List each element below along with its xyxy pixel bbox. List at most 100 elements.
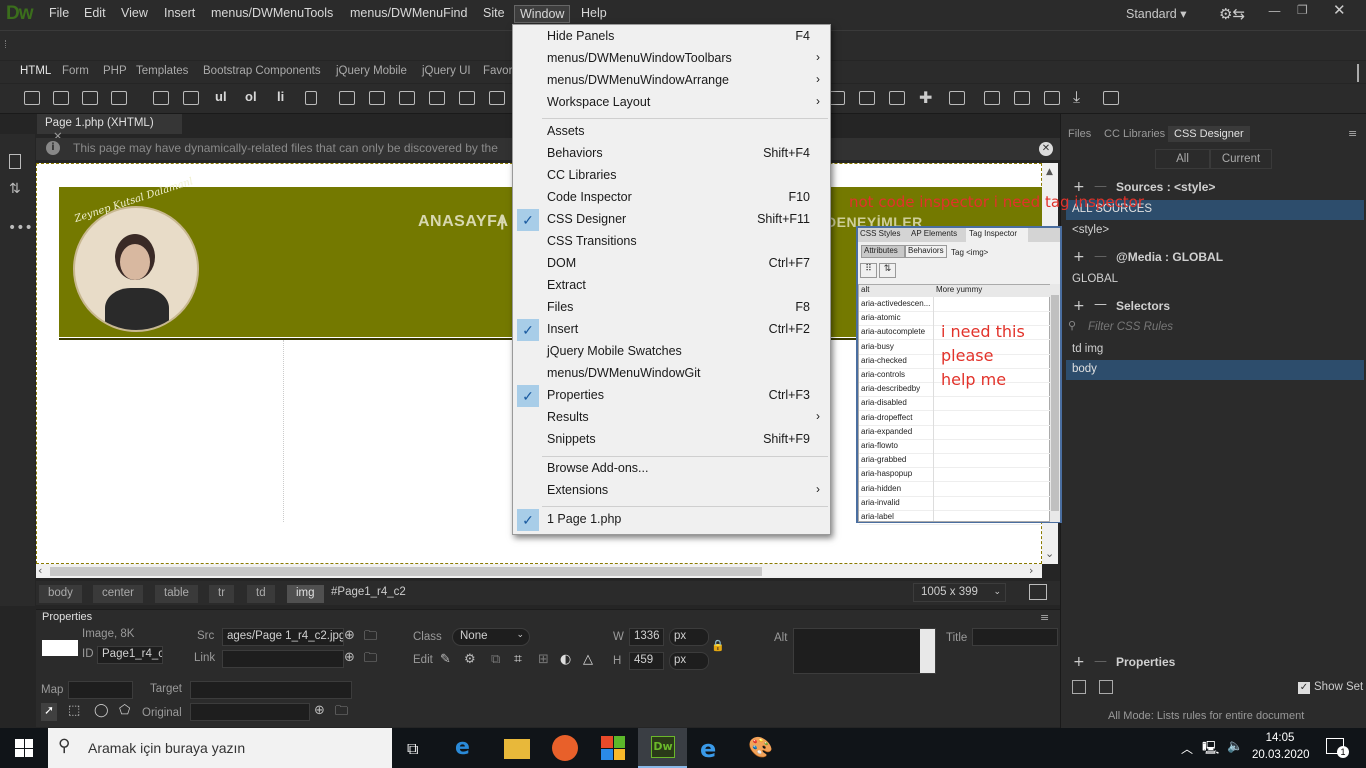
add-selector-icon[interactable]: + bbox=[1073, 298, 1085, 314]
scroll-up-icon[interactable]: ▲ bbox=[1046, 167, 1053, 177]
table-icon[interactable] bbox=[153, 91, 169, 105]
alt-field[interactable] bbox=[793, 628, 936, 674]
anchor-icon[interactable] bbox=[305, 91, 317, 105]
brightness-icon[interactable]: ◐ bbox=[560, 652, 571, 667]
original-folder-icon[interactable]: 🗀 bbox=[335, 702, 348, 724]
menu-help[interactable]: Help bbox=[581, 6, 607, 20]
polygon-hotspot-icon[interactable]: ⬠ bbox=[119, 703, 130, 718]
file-management-icon[interactable]: ⇅ bbox=[9, 181, 21, 197]
tag-td[interactable]: td bbox=[247, 585, 275, 603]
tray-time[interactable]: 14:05 bbox=[1252, 732, 1308, 744]
iframe-icon[interactable] bbox=[984, 91, 1000, 105]
firefox-icon[interactable] bbox=[552, 735, 578, 761]
original-point-icon[interactable]: ⊕ bbox=[314, 703, 325, 718]
menu-tools[interactable]: menus/DWMenuTools bbox=[211, 6, 333, 20]
window-menu-item[interactable]: Results › bbox=[513, 407, 830, 429]
src-field[interactable]: ages/Page 1_r4_c2.jpg bbox=[222, 628, 344, 646]
window-menu-item[interactable]: Snippets Shift+F9 bbox=[513, 429, 830, 451]
insert-tab-bootstrap[interactable]: Bootstrap Components bbox=[203, 65, 321, 77]
canvas-icon[interactable] bbox=[889, 91, 905, 105]
volume-icon[interactable]: 🔈 bbox=[1227, 739, 1243, 754]
subtab-behaviors[interactable]: Behaviors bbox=[905, 245, 947, 258]
attribute-row[interactable]: aria-activedescen... bbox=[859, 298, 1050, 312]
menu-find[interactable]: menus/DWMenuFind bbox=[350, 6, 467, 20]
section-icon[interactable] bbox=[489, 91, 505, 105]
insert-tab-templates[interactable]: Templates bbox=[136, 65, 188, 77]
figure-icon[interactable] bbox=[183, 91, 199, 105]
tag-img[interactable]: img bbox=[287, 585, 324, 603]
window-menu-item[interactable]: ✓ CSS Designer Shift+F11 bbox=[513, 209, 830, 231]
attribute-row[interactable]: aria-dropeffect bbox=[859, 412, 1050, 426]
remove-media-icon[interactable]: — bbox=[1094, 249, 1107, 264]
panel-tab-css-designer[interactable]: CSS Designer bbox=[1168, 126, 1250, 142]
menu-view[interactable]: View bbox=[121, 6, 148, 20]
attribute-row[interactable]: aria-invalid bbox=[859, 497, 1050, 511]
horizontal-scroll-thumb[interactable] bbox=[50, 567, 762, 576]
height-unit-select[interactable]: px bbox=[669, 652, 709, 670]
windows-start-icon[interactable] bbox=[15, 739, 33, 757]
div-icon[interactable] bbox=[24, 91, 40, 105]
attribute-row[interactable]: aria-flowto bbox=[859, 440, 1050, 454]
pointer-hotspot-icon[interactable]: ➚ bbox=[41, 703, 57, 721]
image-icon[interactable] bbox=[53, 91, 69, 105]
window-menu-item[interactable]: Extract bbox=[513, 275, 830, 297]
info-close-icon[interactable]: ✕ bbox=[1039, 142, 1053, 156]
add-media-icon[interactable]: + bbox=[1073, 249, 1085, 265]
circle-hotspot-icon[interactable]: ◯ bbox=[94, 703, 109, 718]
crop-icon[interactable]: ⌗ bbox=[514, 651, 522, 667]
edit-settings-icon[interactable]: ⚙ bbox=[464, 652, 476, 667]
selector-td-img[interactable]: td img bbox=[1072, 343, 1103, 355]
id-field[interactable]: Page1_r4_c bbox=[97, 646, 163, 664]
show-set-checkbox[interactable]: ✓ bbox=[1298, 682, 1310, 694]
menu-site[interactable]: Site bbox=[483, 6, 505, 20]
remove-source-icon[interactable]: — bbox=[1094, 179, 1107, 194]
browse-folder-icon[interactable]: 🗀 bbox=[364, 627, 377, 649]
window-menu-item[interactable]: ✓ Insert Ctrl+F2 bbox=[513, 319, 830, 341]
li-button[interactable]: li bbox=[277, 89, 284, 104]
insert-tab-form[interactable]: Form bbox=[62, 65, 89, 77]
insert-tab-jquery-mobile[interactable]: jQuery Mobile bbox=[336, 65, 407, 77]
tag-tr[interactable]: tr bbox=[209, 585, 235, 603]
rollover-icon[interactable] bbox=[949, 91, 965, 105]
tab-tag-inspector[interactable]: Tag Inspector bbox=[966, 228, 1028, 242]
menu-file[interactable]: File bbox=[49, 6, 69, 20]
target-select[interactable] bbox=[190, 681, 352, 699]
source-style[interactable]: <style> bbox=[1072, 224, 1109, 236]
sharpen-icon[interactable]: △ bbox=[583, 652, 593, 667]
attribute-row[interactable]: aria-disabled bbox=[859, 397, 1050, 412]
width-field[interactable]: 1336 bbox=[629, 628, 664, 646]
open-documents-icon[interactable] bbox=[9, 154, 21, 169]
tag-body[interactable]: body bbox=[39, 585, 82, 603]
settings-icon[interactable]: ⚙⇆ bbox=[1219, 5, 1245, 23]
window-menu-item[interactable]: Hide Panels F4 bbox=[513, 26, 830, 48]
attribute-row[interactable]: aria-grabbed bbox=[859, 454, 1050, 469]
aside-icon[interactable] bbox=[429, 91, 445, 105]
attribute-row[interactable]: aria-haspopup bbox=[859, 468, 1050, 483]
download-icon[interactable]: ⤓ bbox=[1073, 87, 1080, 107]
remove-property-icon[interactable]: — bbox=[1094, 654, 1107, 669]
mode-current-button[interactable]: Current bbox=[1210, 149, 1272, 169]
navigation-icon[interactable] bbox=[369, 91, 385, 105]
heading-icon[interactable] bbox=[111, 91, 127, 105]
paint-icon[interactable]: 🎨 bbox=[748, 735, 774, 761]
attribute-row[interactable]: aria-expanded bbox=[859, 426, 1050, 440]
scroll-down-icon[interactable]: ⌄ bbox=[1045, 547, 1054, 560]
insert-scrollbar[interactable] bbox=[1357, 64, 1359, 82]
selector-body[interactable]: body bbox=[1066, 360, 1364, 380]
alt-scrollbar[interactable] bbox=[920, 629, 935, 673]
minimize-icon[interactable]: — bbox=[1268, 4, 1281, 19]
plugin-icon[interactable]: ✚ bbox=[919, 88, 932, 107]
filter-css-rules-input[interactable]: Filter CSS Rules bbox=[1088, 321, 1173, 333]
scroll-right-icon[interactable]: › bbox=[1029, 564, 1033, 577]
ol-button[interactable]: ol bbox=[245, 89, 257, 104]
microsoft-store-icon[interactable] bbox=[601, 736, 625, 760]
menu-window[interactable]: Window bbox=[514, 5, 571, 23]
layout-category-icon[interactable] bbox=[1072, 680, 1086, 694]
more-icon[interactable]: ••• bbox=[8, 220, 33, 236]
original-field[interactable] bbox=[190, 703, 310, 721]
subtab-attributes[interactable]: Attributes bbox=[861, 245, 905, 258]
header-icon[interactable] bbox=[339, 91, 355, 105]
attribute-scroll-thumb[interactable] bbox=[1051, 295, 1059, 511]
list-view-icon[interactable]: ⇅ bbox=[879, 263, 896, 278]
scroll-left-icon[interactable]: ‹ bbox=[38, 564, 42, 577]
